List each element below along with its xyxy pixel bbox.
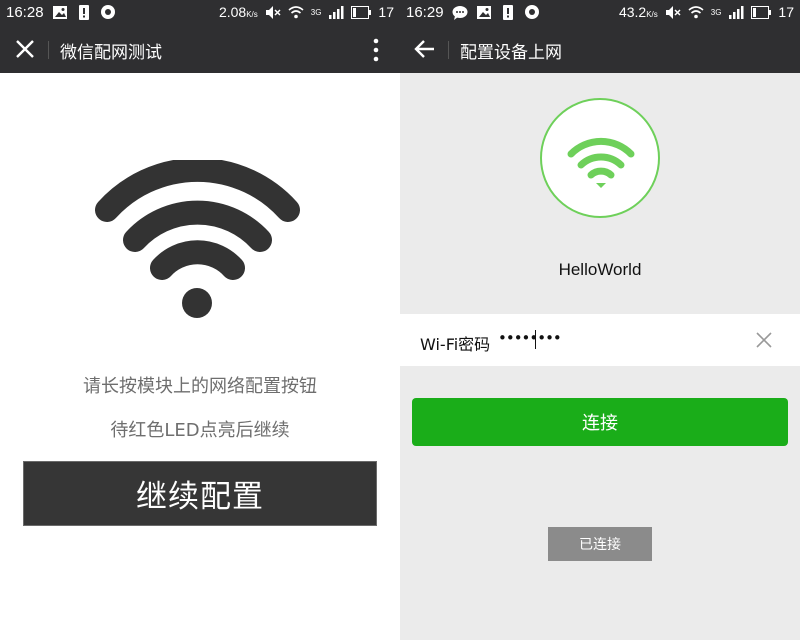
connect-button[interactable]: 连接 — [412, 398, 788, 446]
wifi-icon — [567, 137, 635, 188]
password-row: Wi-Fi密码 •••••••• — [400, 314, 800, 366]
back-arrow-icon[interactable] — [412, 36, 438, 62]
app-notification-icon — [525, 5, 539, 19]
close-icon[interactable] — [12, 36, 38, 62]
wifi-config-screen: 16:28 2.08K/s 3G 17 微信配网测试 请长按模块上的网络配置按钮… — [0, 0, 400, 640]
status-bar: 16:29 43.2K/s 3G 17 — [400, 0, 800, 25]
mute-icon — [665, 5, 681, 19]
device-network-screen: 16:29 43.2K/s 3G 17 配置设备上网 HelloWorld Wi… — [400, 0, 800, 640]
app-bar: 配置设备上网 — [400, 25, 800, 73]
chat-icon — [452, 6, 468, 20]
status-right: 2.08K/s 3G 17 — [219, 4, 394, 20]
wifi-icon — [95, 160, 300, 318]
net-speed: 43.2K/s — [618, 4, 658, 20]
password-input[interactable]: •••••••• — [498, 329, 562, 347]
cell-signal-icon — [329, 5, 344, 19]
alert-icon — [503, 5, 513, 20]
mute-icon — [265, 5, 281, 19]
status-time: 16:28 — [6, 4, 44, 21]
clear-icon[interactable] — [754, 330, 774, 350]
notification-icons — [52, 5, 116, 20]
image-icon — [477, 6, 491, 19]
status-right: 43.2K/s 3G 17 — [619, 4, 794, 20]
password-label: Wi-Fi密码 — [420, 335, 491, 354]
wifi-signal-icon — [688, 5, 704, 18]
instruction-line-2: 待红色LED点亮后继续 — [110, 420, 290, 441]
network-type: 3G — [710, 7, 722, 17]
image-icon — [53, 6, 67, 19]
alert-icon — [79, 5, 89, 20]
app-notification-icon — [101, 5, 115, 19]
status-time: 16:29 — [406, 4, 444, 21]
instruction-line-1: 请长按模块上的网络配置按钮 — [83, 376, 317, 397]
battery-level: 17 — [778, 4, 794, 20]
status-bar: 16:28 2.08K/s 3G 17 — [0, 0, 400, 25]
net-speed: 2.08K/s — [218, 4, 258, 20]
app-bar: 微信配网测试 — [0, 25, 400, 73]
battery-level: 17 — [378, 4, 394, 20]
cell-signal-icon — [729, 5, 744, 19]
connected-status-badge: 已连接 — [548, 527, 652, 561]
page-title: 微信配网测试 — [60, 43, 162, 63]
battery-icon — [751, 5, 772, 19]
more-vertical-icon[interactable] — [366, 37, 386, 63]
page-title: 配置设备上网 — [460, 43, 562, 63]
text-caret — [535, 330, 536, 349]
network-type: 3G — [310, 7, 322, 17]
continue-config-button[interactable]: 继续配置 — [23, 461, 377, 526]
wifi-ssid: HelloWorld — [558, 260, 642, 279]
notification-icons — [452, 5, 540, 20]
app-bar-divider — [448, 41, 449, 59]
battery-icon — [351, 5, 372, 19]
wifi-status-circle — [540, 98, 660, 218]
app-bar-divider — [48, 41, 49, 59]
wifi-signal-icon — [288, 5, 304, 18]
